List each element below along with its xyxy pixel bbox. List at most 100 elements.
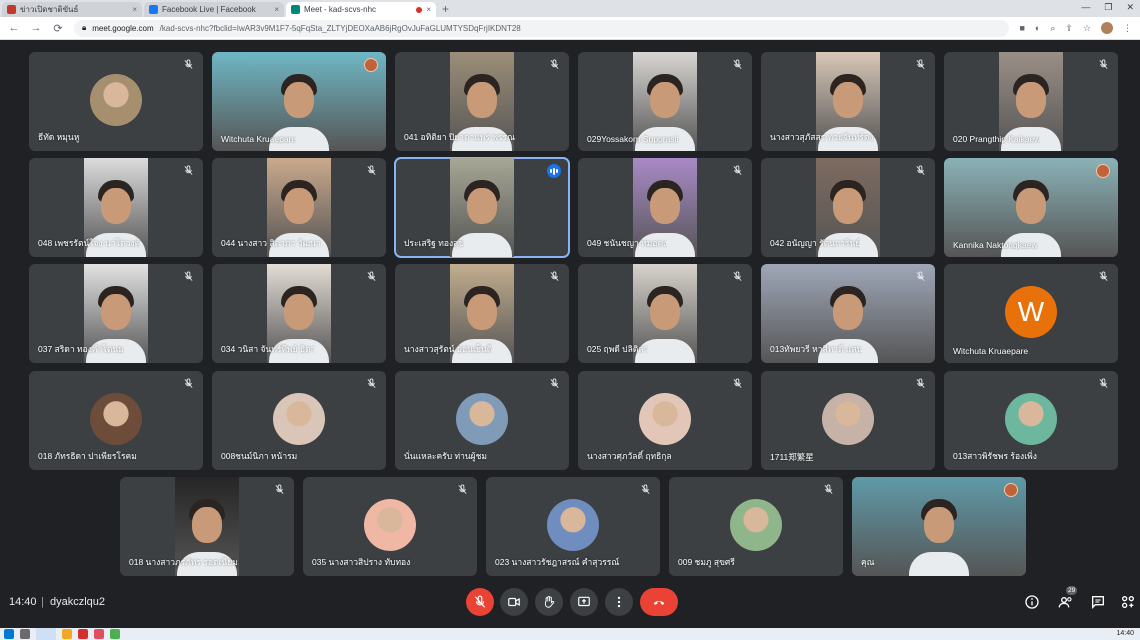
participant-tile[interactable]: 042 อนัญญา รัตนการินย์ (761, 158, 935, 257)
participant-tile[interactable]: นางสาวศุภวัลดิ์ ฤทธิกุล (578, 371, 752, 470)
participant-tile[interactable]: 034 วนิสา จันทร์ทิพย์ ธิดา (212, 264, 386, 363)
search-icon[interactable] (20, 629, 30, 639)
taskbar-app-icon[interactable] (78, 629, 88, 639)
participant-name: 044 นางสาว สิตาภา วัฒนา (221, 238, 321, 248)
recording-dot-icon (416, 6, 423, 13)
activities-button[interactable] (1119, 593, 1137, 611)
participant-tile[interactable]: 018 ภัทรธิดา ปาเพียรโรคม (29, 371, 203, 470)
participant-face (833, 294, 863, 330)
taskbar-app-active[interactable] (36, 628, 56, 640)
participant-name: 013สาวพิรัชพร ร้องเพิ่ง (953, 451, 1037, 461)
taskbar-clock: 14:40 (1116, 630, 1134, 637)
taskbar-app-icon[interactable] (94, 629, 104, 639)
participant-face (284, 294, 314, 330)
participant-tile[interactable]: 029Yossakorn Supprasit (578, 52, 752, 151)
close-tab-icon[interactable]: × (426, 5, 431, 14)
participant-tile[interactable]: Witchuta Kruaepare (212, 52, 386, 151)
mic-muted-icon (916, 271, 925, 281)
mic-muted-icon (733, 165, 742, 175)
file-explorer-icon[interactable] (62, 629, 72, 639)
participant-name: 035 นางสาวสิปราง ทับทอง (312, 557, 411, 567)
meeting-details-button[interactable] (1023, 593, 1041, 611)
participant-name: 037 สริดา ทองคำโตนม (38, 344, 124, 354)
profile-avatar[interactable] (1101, 22, 1113, 34)
participant-tile[interactable]: 023 นางสาวรัชฎาสรณ์ คำสุวรรณ์ (486, 477, 660, 576)
participant-name: 041 อทิติยา ปิยาดาแพร่ พรรณ (404, 132, 515, 142)
participant-tile[interactable]: 1711郑繁星 (761, 371, 935, 470)
participant-tile[interactable]: 009 ชมภู สุขศรี (669, 477, 843, 576)
participant-tile[interactable]: 025 ฤพดี ปลิติลา (578, 264, 752, 363)
browser-tab[interactable]: ข่าวเปิดชาติขันธ์ × (2, 2, 142, 17)
participant-tile[interactable]: Kannika Naktongkaew (944, 158, 1118, 257)
chrome-icon[interactable] (110, 629, 120, 639)
favicon-icon (149, 5, 158, 14)
participant-face (284, 82, 314, 118)
participant-avatar (730, 499, 782, 551)
browser-tab[interactable]: Facebook Live | Facebook × (144, 2, 284, 17)
maximize-icon[interactable]: ❐ (1104, 2, 1112, 13)
raise-hand-button[interactable] (535, 588, 563, 616)
participant-face (467, 294, 497, 330)
participant-face (467, 188, 497, 224)
participant-tile[interactable]: 013สาวพิรัชพร ร้องเพิ่ง (944, 371, 1118, 470)
participant-tile[interactable]: 044 นางสาว สิตาภา วัฒนา (212, 158, 386, 257)
participant-tile[interactable]: 018 นางสาวภรภัทร รอดเนียม (120, 477, 294, 576)
close-tab-icon[interactable]: × (132, 5, 137, 14)
translate-icon[interactable]: ◐ (1035, 23, 1040, 33)
participant-tile[interactable]: 049 ชนันชญา หมอคง (578, 158, 752, 257)
url-input[interactable]: 🔒︎ meet.google.com/kad-scvs-nhc?fbclid=I… (74, 19, 1010, 37)
reload-icon[interactable]: ⟳ (52, 22, 64, 35)
new-tab-button[interactable]: + (442, 2, 449, 17)
participant-tile[interactable]: 037 สริดา ทองคำโตนม (29, 264, 203, 363)
close-tab-icon[interactable]: × (274, 5, 279, 14)
participant-name: นางสาวศุภวัลดิ์ ฤทธิกุล (587, 451, 672, 461)
camera-toggle-button[interactable] (500, 588, 528, 616)
participant-tile[interactable]: คุณ (852, 477, 1026, 576)
close-window-icon[interactable]: ✕ (1126, 2, 1134, 13)
participant-name: 009 ชมภู สุขศรี (678, 557, 735, 567)
present-icon (578, 596, 590, 607)
mic-muted-icon (1099, 378, 1108, 388)
start-icon[interactable] (4, 629, 14, 639)
more-options-button[interactable] (605, 588, 633, 616)
mic-muted-icon (916, 59, 925, 69)
share-icon[interactable]: ⇪ (1065, 23, 1073, 34)
mic-muted-icon (1099, 271, 1108, 281)
leave-call-button[interactable] (640, 588, 678, 616)
participant-face (924, 507, 954, 543)
participant-tile[interactable]: 013ทัพยวรี หาสีทาดี แสน (761, 264, 935, 363)
hand-icon (545, 595, 555, 608)
microphone-toggle-button[interactable] (466, 588, 494, 616)
participant-tile[interactable]: นางสาวสุภัสสร ทวยจันทร์ดง (761, 52, 935, 151)
participant-tile[interactable]: นั่นแหละครับ ท่านผู้ชม (395, 371, 569, 470)
camera-icon[interactable]: ■ (1019, 23, 1024, 33)
participant-name: 029Yossakorn Supprasit (587, 134, 679, 144)
menu-dots-icon[interactable]: ⋮ (1123, 23, 1132, 34)
mic-muted-icon (184, 271, 193, 281)
participant-tile[interactable]: ธีทัด หมุนหู (29, 52, 203, 151)
chat-icon (1092, 596, 1104, 609)
mic-muted-icon (550, 378, 559, 388)
star-icon[interactable]: ☆ (1083, 23, 1091, 34)
participant-name: คุณ (861, 557, 875, 567)
participant-tile[interactable]: 035 นางสาวสิปราง ทับทอง (303, 477, 477, 576)
minimize-icon[interactable]: — (1081, 2, 1090, 13)
back-icon[interactable]: ← (8, 22, 20, 34)
participant-name: 048 เพชรรัตน์ใจง นาโดวงค์ (38, 238, 141, 248)
participant-tile[interactable]: 041 อทิติยา ปิยาดาแพร่ พรรณ (395, 52, 569, 151)
present-screen-button[interactable] (570, 588, 598, 616)
participant-tile[interactable]: W Witchuta Kruaepare (944, 264, 1118, 363)
participant-tile[interactable]: นางสาวสุรัตน์ อ่อนเย็นดี (395, 264, 569, 363)
chat-button[interactable] (1089, 593, 1107, 611)
participant-tile[interactable]: 020 Prangthip Kaikaew (944, 52, 1118, 151)
participant-mini-avatar (364, 58, 378, 72)
participant-name: 042 อนัญญา รัตนการินย์ (770, 238, 861, 248)
people-button[interactable] (1057, 593, 1075, 611)
participant-tile[interactable]: 008ชนม์นิภา หน้ารม (212, 371, 386, 470)
participant-tile[interactable]: ประเสริฐ ทองสุข (394, 157, 570, 258)
mic-muted-icon (367, 271, 376, 281)
forward-icon[interactable]: → (30, 22, 42, 34)
participant-tile[interactable]: 048 เพชรรัตน์ใจง นาโดวงค์ (29, 158, 203, 257)
zoom-icon[interactable]: ⌕ (1050, 23, 1055, 34)
browser-tab[interactable]: Meet - kad-scvs-nhc × (286, 2, 436, 17)
